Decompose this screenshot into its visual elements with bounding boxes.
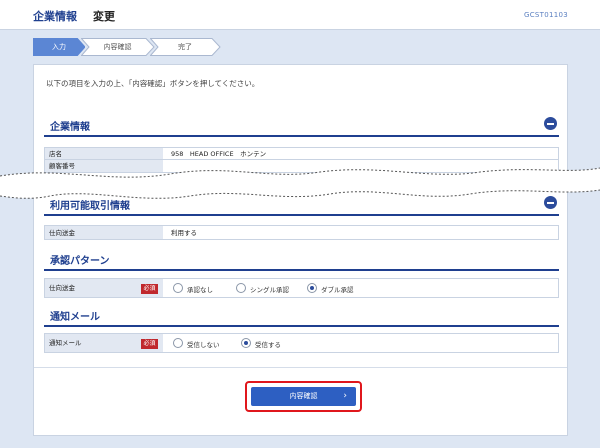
page-action: 変更 [93,10,115,23]
page-title: 企業情報 [33,10,77,23]
chevron-right-icon: › [343,391,347,401]
page-header: 企業情報 変更 GCST01103 [0,0,600,30]
step-confirm: 内容確認 [81,38,155,56]
row-approval-pattern: 仕向送金 必須 承認なし シングル承認 ダブル承認 [44,278,559,298]
required-badge: 必須 [141,284,158,294]
section-approval: 承認パターン [44,249,559,271]
confirm-button[interactable]: 内容確認 › [251,387,356,406]
intro-text: 以下の項目を入力の上、「内容確認」ボタンを押してください。 [46,79,260,88]
confirm-button-highlight: 内容確認 › [245,381,362,412]
section-company: 企業情報 [44,115,559,137]
row-remittance-available: 仕向送金 利用する [44,225,559,240]
row-notify-mail: 通知メール 必須 受信しない 受信する [44,333,559,353]
screen-id: GCST01103 [524,11,568,19]
main-card: 以下の項目を入力の上、「内容確認」ボタンを押してください。 企業情報 店名 95… [33,64,568,436]
divider [34,367,567,368]
section-notify: 通知メール [44,305,559,327]
step-complete: 完了 [150,38,221,56]
step-input: 入力 [33,38,85,56]
required-badge: 必須 [141,339,158,349]
notify-key: 通知メール [49,339,82,347]
collapse-company-icon[interactable] [544,117,557,130]
page-break-graphic [0,167,600,199]
approval-key: 仕向送金 [49,284,75,292]
